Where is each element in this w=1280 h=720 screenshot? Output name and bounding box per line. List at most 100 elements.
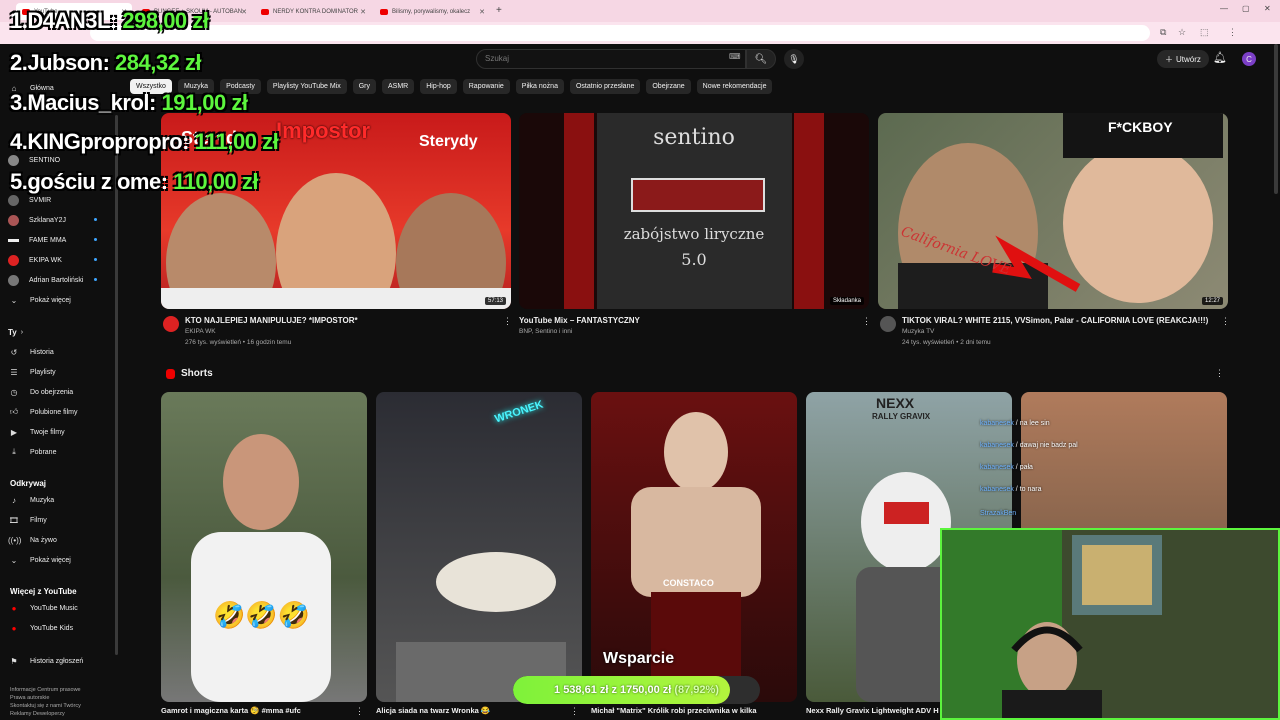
sidebar-heading-label: Ty (8, 327, 17, 337)
youtube-kids-icon: ● (11, 623, 17, 633)
chip[interactable]: Nowe rekomendacje (696, 79, 773, 94)
channel-name[interactable]: BNP, Sentino i inni (519, 328, 572, 335)
chip[interactable]: Playlisty YouTube Mix (266, 79, 347, 94)
sidebar-item-downloads[interactable]: ⤓ Pobrane (8, 445, 56, 459)
cast-icon[interactable]: ⧉ (1160, 27, 1166, 38)
mic-button[interactable]: 🎙︎ (784, 49, 804, 69)
more-options-icon[interactable]: ⋮ (570, 706, 579, 717)
sidebar-item-subscription[interactable]: SzklanaY2J (8, 213, 97, 227)
avatar[interactable]: C (1242, 52, 1256, 66)
short-title[interactable]: Nexx Rally Gravix Lightweight ADV H (806, 706, 939, 715)
footer-link[interactable]: Skontaktuj się z nami Twórcy (10, 703, 81, 709)
sidebar-item-music[interactable]: ♪ Muzyka (8, 493, 54, 507)
more-options-icon[interactable]: ⋮ (862, 316, 871, 327)
video-title[interactable]: YouTube Mix – FANTASTYCZNY (519, 316, 640, 325)
search-button[interactable]: 🔍︎ (746, 49, 776, 69)
sidebar-item-report-history[interactable]: ⚑ Historia zgłoszeń (8, 654, 83, 668)
chip[interactable]: Piłka nożna (515, 79, 564, 94)
chip[interactable]: Obejrzane (646, 79, 691, 94)
new-tab-icon[interactable]: + (496, 5, 502, 16)
sidebar-item-youtube-music[interactable]: ● YouTube Music (8, 601, 78, 615)
footer-link[interactable]: Prawa autorskie (10, 695, 49, 701)
flag-icon: ⚑ (10, 656, 18, 666)
close-tab-icon[interactable]: ✕ (241, 8, 247, 16)
sidebar-item-live[interactable]: ((•)) Na żywo (8, 533, 57, 547)
chat-message: kabanesek / dawaj nie badz pal (980, 442, 1078, 449)
sidebar-item-history[interactable]: ↺ Historia (8, 345, 54, 359)
video-thumbnail[interactable]: F*CKBOY California LOVE 12:27 (878, 113, 1228, 309)
channel-name[interactable]: Muzyka TV (902, 328, 934, 335)
chip[interactable]: ASMR (382, 79, 415, 94)
short-title[interactable]: Gamrot i magiczna karta 🧐 #mma #ufc (161, 706, 301, 715)
keyboard-icon[interactable]: ⌨ (729, 52, 741, 61)
bell-icon[interactable]: 🔔︎ (1213, 51, 1227, 64)
maximize-icon[interactable]: ▢ (1242, 4, 1250, 13)
address-bar[interactable] (90, 25, 1150, 41)
sidebar-item-playlists[interactable]: ☰ Playlisty (8, 365, 55, 379)
youtube-favicon-icon (261, 8, 269, 15)
short-thumbnail[interactable]: 🤣🤣🤣 (161, 392, 367, 702)
sidebar-show-more[interactable]: ⌄ Pokaż więcej (8, 553, 71, 567)
more-options-icon[interactable]: ⋮ (503, 316, 512, 327)
plus-icon: ＋ (1165, 54, 1173, 64)
sidebar-item-liked[interactable]: 👍︎ Polubione filmy (8, 405, 78, 419)
channel-avatar[interactable] (880, 316, 896, 332)
footer-link[interactable]: Informacje Centrum prasowe (10, 687, 81, 693)
short-title[interactable]: Alicja siada na twarz Wronka 😂 (376, 706, 490, 715)
live-dot (94, 278, 97, 281)
minimize-icon[interactable]: — (1220, 4, 1228, 13)
video-title[interactable]: KTO NAJLEPIEJ MANIPULUJE? *IMPOSTOR* (185, 316, 358, 325)
more-options-icon[interactable]: ⋮ (1215, 368, 1224, 379)
footer-links[interactable]: Informacje Centrum prasowe Prawa autorski… (10, 686, 110, 718)
footer-link[interactable]: Reklamy Deweloperzy (10, 711, 65, 717)
sidebar-you-heading[interactable]: Ty › (8, 325, 23, 339)
donor-amount: 110,00 zł (173, 169, 258, 194)
sidebar-item-subscription[interactable]: FAME MMA (8, 233, 97, 247)
sidebar-item-subscription[interactable]: EKIPA WK (8, 253, 97, 267)
chat-user: kabanesek (980, 464, 1014, 471)
thumbnail-text: zabójstwo liryczne (623, 225, 765, 243)
chevron-down-icon: ⌄ (10, 555, 18, 565)
sidebar-item-subscription[interactable]: SENTINO (8, 153, 60, 167)
short-title[interactable]: Michał "Matrix" Królik robi przeciwnika … (591, 706, 757, 715)
sidebar-scrollbar[interactable] (115, 115, 118, 655)
sidebar-item-youtube-kids[interactable]: ● YouTube Kids (8, 621, 74, 635)
browser-tab[interactable]: Bilismy, porywalismy, okalecz ✕ (374, 3, 490, 20)
donor-name: 1.D4AN3L: (10, 8, 117, 33)
menu-icon[interactable]: ⋮ (1228, 27, 1237, 38)
create-button[interactable]: ＋ Utwórz (1157, 50, 1209, 68)
sidebar-item-subscription[interactable]: SVMIR (8, 193, 51, 207)
sidebar-item-subscription[interactable]: Adrian Bartoliński (8, 273, 97, 287)
star-icon[interactable]: ☆ (1178, 27, 1186, 38)
close-tab-icon[interactable]: ✕ (360, 8, 366, 16)
thumbnail-text: sentino (653, 125, 735, 150)
chip[interactable]: Rapowanie (462, 79, 510, 94)
browser-tab[interactable]: NERDY KONTRA DOMINATOR ✕ (255, 3, 371, 20)
video-title[interactable]: TIKTOK VIRAL? WHITE 2115, VVSimon, Palar… (902, 316, 1208, 325)
tab-label: Bilismy, porywalismy, okalecz (392, 8, 471, 15)
search-placeholder: Szukaj (485, 54, 510, 63)
live-dot (94, 218, 97, 221)
channel-avatar[interactable] (163, 316, 179, 332)
page-scrollbar[interactable] (1274, 44, 1278, 194)
channel-name[interactable]: EKIPA WK (185, 328, 216, 335)
close-window-icon[interactable]: ✕ (1264, 4, 1271, 13)
chip[interactable]: Ostatnio przesłane (569, 79, 641, 94)
goal-label: Wsparcie (603, 650, 675, 667)
more-options-icon[interactable]: ⋮ (1221, 316, 1230, 327)
goal-current: 1 538,61 zł (554, 684, 609, 696)
chip[interactable]: Hip-hop (420, 79, 457, 94)
video-thumbnail[interactable]: sentino zabójstwo liryczne 5.0 Składanka (519, 113, 869, 309)
chip[interactable]: Gry (352, 79, 376, 94)
short-thumbnail[interactable]: WRONEK (376, 392, 582, 702)
extensions-icon[interactable]: ⬚ (1200, 27, 1209, 38)
close-tab-icon[interactable]: ✕ (479, 8, 485, 16)
channel-avatar (8, 214, 19, 226)
sidebar-item-your-videos[interactable]: ▶ Twoje filmy (8, 425, 65, 439)
search-input[interactable]: Szukaj (476, 49, 746, 69)
sidebar-item-watch-later[interactable]: ◷ Do obejrzenia (8, 385, 74, 399)
more-options-icon[interactable]: ⋮ (355, 706, 364, 717)
sidebar-item-movies[interactable]: 🎞︎ Filmy (8, 513, 47, 527)
sidebar-show-more[interactable]: ⌄ Pokaż więcej (8, 293, 71, 307)
leaderboard-entry: 5.gościu z ome: 110,00 zł (10, 169, 258, 195)
